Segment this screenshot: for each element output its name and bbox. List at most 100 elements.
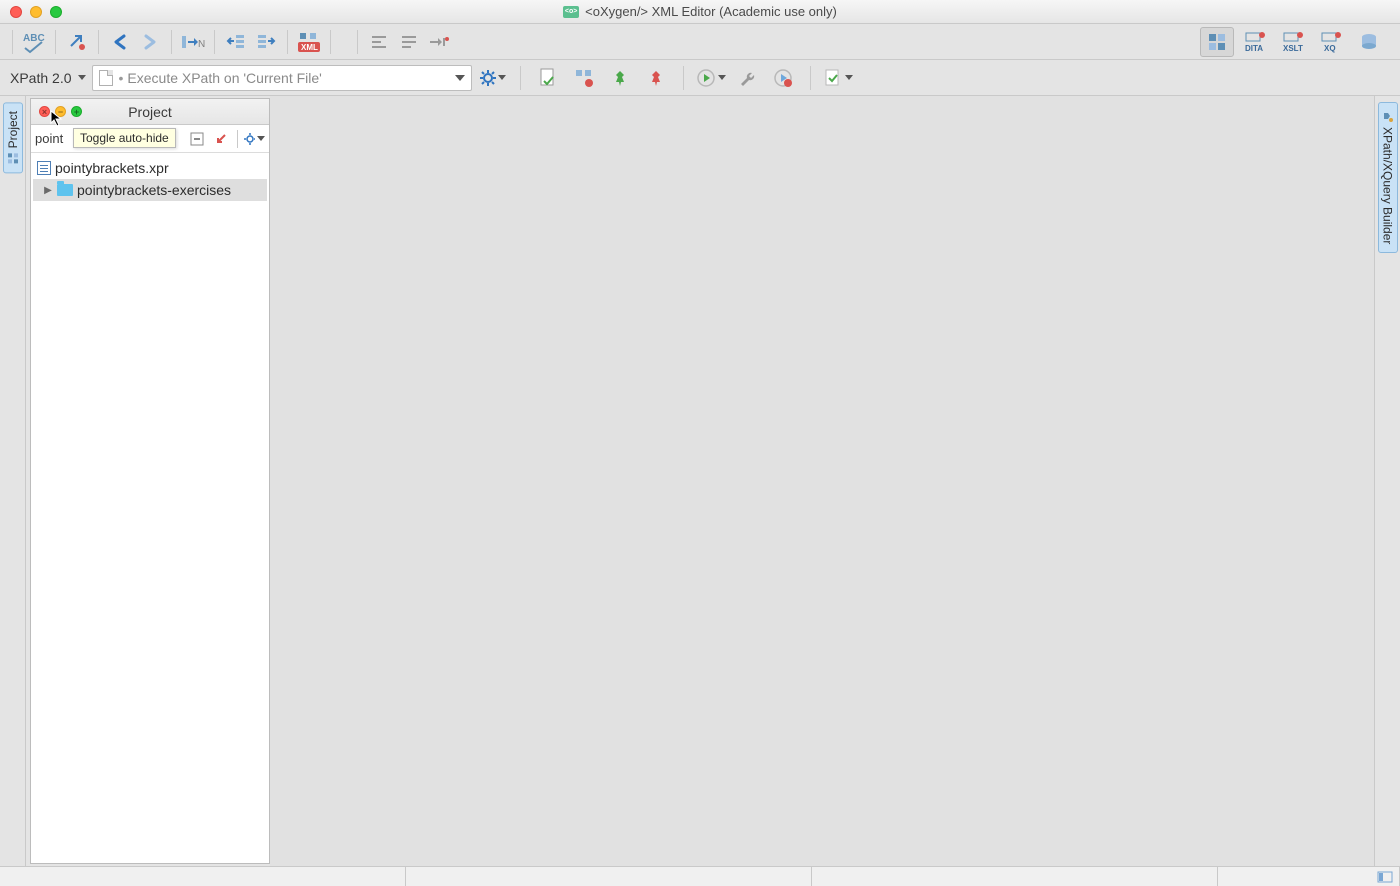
unpin-button[interactable]: [641, 63, 671, 93]
validate-button[interactable]: [533, 63, 563, 93]
chevron-down-icon: [78, 75, 86, 80]
tree-root-label: pointybrackets.xpr: [55, 160, 169, 176]
database-perspective-icon: [1359, 32, 1379, 52]
gear-icon: [479, 69, 497, 87]
forward-button[interactable]: [135, 27, 165, 57]
spellcheck-button[interactable]: ABC: [19, 27, 49, 57]
project-tree[interactable]: pointybrackets.xpr ▶ pointybrackets-exer…: [31, 153, 269, 863]
align-left-icon: [370, 33, 388, 51]
chevron-down-icon: [257, 136, 265, 141]
project-panel-toolbar: point Toggle auto-hide: [31, 125, 269, 153]
toolbar-separator: [357, 30, 358, 54]
run-stop-button[interactable]: [768, 63, 798, 93]
tooltip-text: Toggle auto-hide: [80, 131, 169, 145]
toolbar-separator: [55, 30, 56, 54]
align-just-button[interactable]: [394, 27, 424, 57]
run-button[interactable]: [696, 63, 726, 93]
svg-text:N: N: [198, 39, 205, 50]
wrench-icon: [738, 69, 756, 87]
chevron-down-icon: [455, 75, 465, 81]
indent-left-icon: [226, 32, 246, 52]
xpath-input[interactable]: • Execute XPath on 'Current File': [92, 65, 472, 91]
perspective-xquery-button[interactable]: XQ: [1314, 27, 1348, 57]
indent-right-icon: [256, 32, 276, 52]
pin-button[interactable]: [605, 63, 635, 93]
xpath-toolbar: XPath 2.0 • Execute XPath on 'Current Fi…: [0, 60, 1400, 96]
check-button[interactable]: [823, 63, 853, 93]
spellcheck-icon: ABC: [21, 30, 47, 54]
xpath-settings-button[interactable]: [478, 63, 508, 93]
disclosure-triangle-icon[interactable]: ▶: [43, 185, 53, 196]
project-panel-header: × − + Project: [31, 99, 269, 125]
xpath-placeholder: Execute XPath on 'Current File': [127, 70, 464, 86]
align-left-button[interactable]: [364, 27, 394, 57]
arrow-right-icon: [140, 32, 160, 52]
project-file-icon: [37, 161, 51, 175]
perspective-dita-button[interactable]: DITA: [1238, 27, 1272, 57]
svg-text:XML: XML: [301, 43, 318, 52]
chevron-down-icon: [718, 75, 726, 80]
last-modification-button[interactable]: N: [178, 27, 208, 57]
xpath-version-dropdown[interactable]: XPath 2.0: [10, 70, 86, 86]
right-dock: XPath/XQuery Builder: [1374, 96, 1400, 866]
toolbar-separator: [683, 66, 684, 90]
project-panel: × − + Project point Toggle auto-hide: [30, 98, 270, 864]
tree-folder-row[interactable]: ▶ pointybrackets-exercises: [33, 179, 267, 201]
project-rail-icon: [7, 152, 19, 164]
shift-left-button[interactable]: [221, 27, 251, 57]
external-tool-button[interactable]: [62, 27, 92, 57]
xpath-builder-dock-tab[interactable]: XPath/XQuery Builder: [1378, 102, 1398, 253]
gear-icon: [243, 132, 255, 146]
align-just-icon: [400, 33, 418, 51]
panel-maximize-button[interactable]: +: [71, 106, 82, 117]
transform-config-icon: [573, 67, 595, 89]
collapse-all-button[interactable]: [186, 128, 208, 150]
perspective-editor-button[interactable]: [1200, 27, 1234, 57]
document-icon: [99, 70, 113, 86]
minimize-window-button[interactable]: [30, 6, 42, 18]
toolbar-separator: [12, 30, 13, 54]
link-editor-button[interactable]: [210, 128, 232, 150]
xml-refactor-button[interactable]: XML: [294, 27, 324, 57]
mouse-cursor-icon: [50, 110, 64, 128]
window-titlebar: <o> <oXygen/> XML Editor (Academic use o…: [0, 0, 1400, 24]
folder-icon: [57, 184, 73, 196]
perspective-xslt-button[interactable]: XSLT: [1276, 27, 1310, 57]
back-button[interactable]: [105, 27, 135, 57]
chevron-down-icon: [498, 75, 506, 80]
project-dock-tab[interactable]: Project: [3, 102, 23, 173]
transform-config-button[interactable]: [569, 63, 599, 93]
zoom-window-button[interactable]: [50, 6, 62, 18]
escape-selection-button[interactable]: [424, 27, 454, 57]
toolbar-separator: [520, 66, 521, 90]
tree-folder-label: pointybrackets-exercises: [77, 182, 231, 198]
toolbar-separator: [810, 66, 811, 90]
play-stop-icon: [773, 68, 793, 88]
close-window-button[interactable]: [10, 6, 22, 18]
toolbar-separator: [171, 30, 172, 54]
svg-text:XSLT: XSLT: [1283, 44, 1303, 53]
main-area: Project × − + Project point Toggle auto-…: [0, 96, 1400, 866]
link-icon: [214, 132, 228, 146]
status-cell-2: [406, 867, 812, 886]
grid-perspective-icon: [1207, 32, 1227, 52]
panel-close-button[interactable]: ×: [39, 106, 50, 117]
last-mod-icon: N: [180, 32, 206, 52]
xslt-perspective-icon: XSLT: [1280, 31, 1306, 53]
app-icon: <o>: [563, 6, 579, 18]
status-cell-1: [0, 867, 406, 886]
builder-rail-icon: [1382, 111, 1394, 123]
left-dock: Project: [0, 96, 26, 866]
shift-right-button[interactable]: [251, 27, 281, 57]
dita-perspective-icon: DITA: [1242, 31, 1268, 53]
perspective-database-button[interactable]: [1352, 27, 1386, 57]
tree-root-file[interactable]: pointybrackets.xpr: [33, 157, 267, 179]
xpath-version-label: XPath 2.0: [10, 70, 72, 86]
unpin-icon: [647, 69, 665, 87]
window-controls: [0, 6, 62, 18]
main-toolbar: ABC N: [0, 24, 1400, 60]
debug-button[interactable]: [732, 63, 762, 93]
project-name-fragment: point: [35, 131, 63, 146]
panel-settings-button[interactable]: [243, 128, 265, 150]
memory-indicator-icon[interactable]: [1377, 871, 1393, 883]
